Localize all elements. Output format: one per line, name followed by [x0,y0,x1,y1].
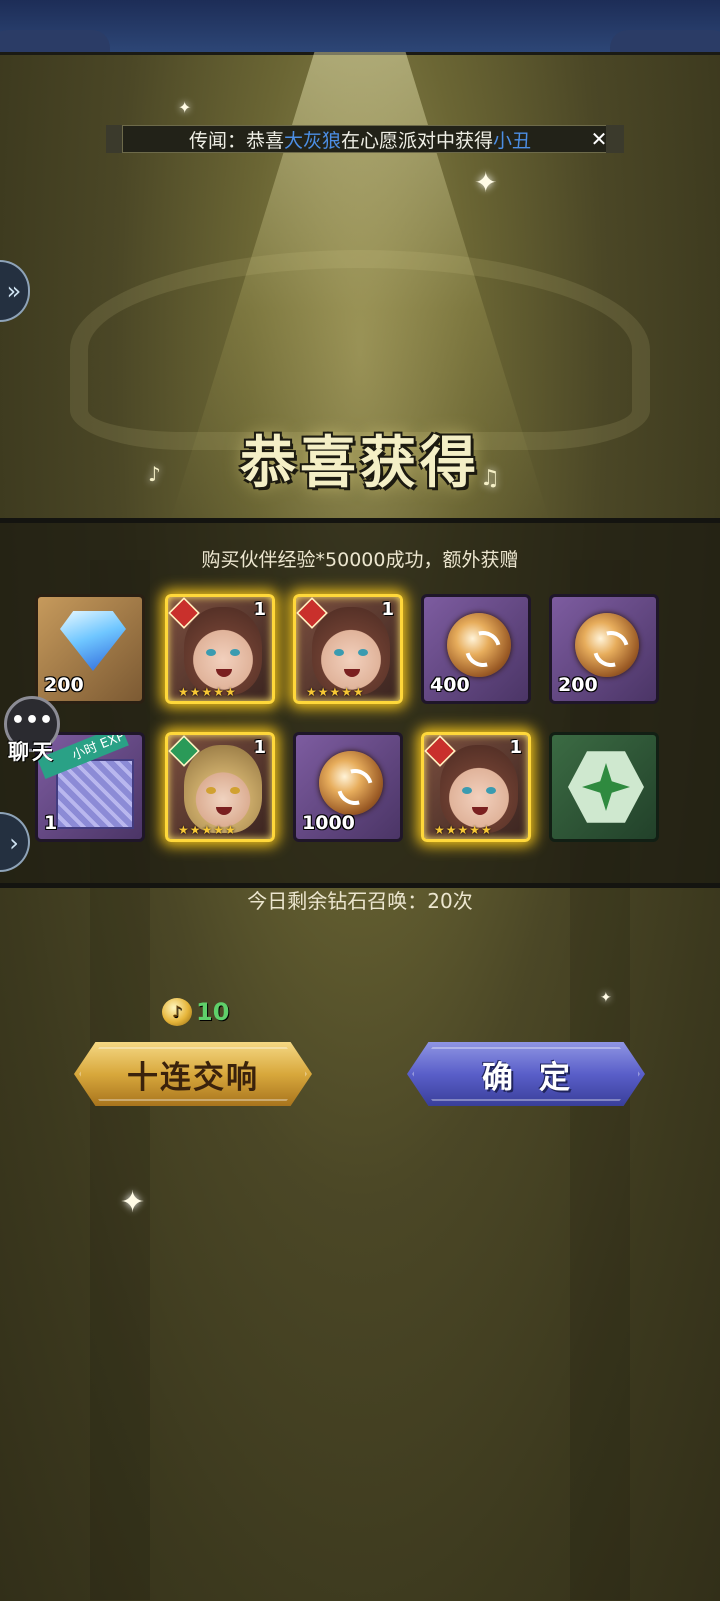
ticker-prefix: 传闻：恭喜 [189,129,285,152]
diamond-icon [60,611,126,671]
sparkle-icon: ✦ [178,98,192,117]
sparkle-icon: ✦ [600,990,612,1006]
ticker-middle: 在心愿派对中获得 [341,129,494,152]
chat-label[interactable]: 聊天 [8,736,56,766]
expand-side-tab-button[interactable]: » [0,260,30,322]
hero-level: 1 [253,599,266,620]
item-quantity: 200 [44,674,84,696]
hero-stars: ★★★★★ [306,685,365,699]
remaining-summons-text: 今日剩余钻石召唤：20次 [247,889,473,913]
ten-pull-button[interactable]: 十连交响 [74,1042,312,1106]
reward-item-orb[interactable]: 400 [421,594,531,704]
news-ticker: 传闻：恭喜 大灰狼 在心愿派对中获得 小丑 [122,125,616,153]
hero-portrait-icon [440,745,518,833]
hero-portrait-icon [184,745,262,833]
summon-orb-icon [319,751,383,815]
ticker-reward: 小丑 [493,129,532,152]
top-bar [0,0,720,55]
sigil-icon [568,751,644,823]
summon-orb-icon [447,613,511,677]
cost-amount: 10 [196,998,230,1026]
hero-level: 1 [381,599,394,620]
reward-item-hero[interactable]: 1 ★★★★★ [165,732,275,842]
hero-stars: ★★★★★ [434,823,493,837]
hero-stars: ★★★★★ [178,685,237,699]
reward-item-sigil[interactable] [549,732,659,842]
hero-level: 1 [253,737,266,758]
music-coin-icon: ♪ [162,998,192,1026]
item-quantity: 1 [44,812,58,834]
reward-item-hero[interactable]: 1 ★★★★★ [165,594,275,704]
item-quantity: 200 [558,674,598,696]
item-quantity: 400 [430,674,470,696]
reward-item-hero[interactable]: 1 ★★★★★ [293,594,403,704]
reward-item-orb[interactable]: 200 [549,594,659,704]
button-border [412,1047,640,1101]
ticker-player: 大灰狼 [284,129,342,152]
summon-orb-icon [575,613,639,677]
hero-level: 1 [509,737,522,758]
button-border [79,1047,307,1101]
sparkle-icon: ✦ [474,166,498,199]
hero-portrait-icon [184,607,262,695]
hero-portrait-icon [312,607,390,695]
chat-icon: ••• [10,708,54,733]
cloud-decoration [610,30,720,52]
ticker-close-icon[interactable]: ✕ [588,128,610,150]
confirm-button[interactable]: 确定 [407,1042,645,1106]
ten-pull-cost: ♪ 10 [162,998,229,1026]
item-quantity: 1000 [302,812,355,834]
purchase-message: 购买伙伴经验*50000成功，额外获赠 [201,549,519,571]
reward-item-orb[interactable]: 1000 [293,732,403,842]
hero-stars: ★★★★★ [178,823,237,837]
sparkle-icon: ✦ [120,1185,146,1220]
reward-item-hero[interactable]: 1 ★★★★★ [421,732,531,842]
result-title: 恭喜获得 [240,430,480,496]
reward-item-diamond[interactable]: 200 [35,594,145,704]
cloud-decoration [0,30,110,52]
